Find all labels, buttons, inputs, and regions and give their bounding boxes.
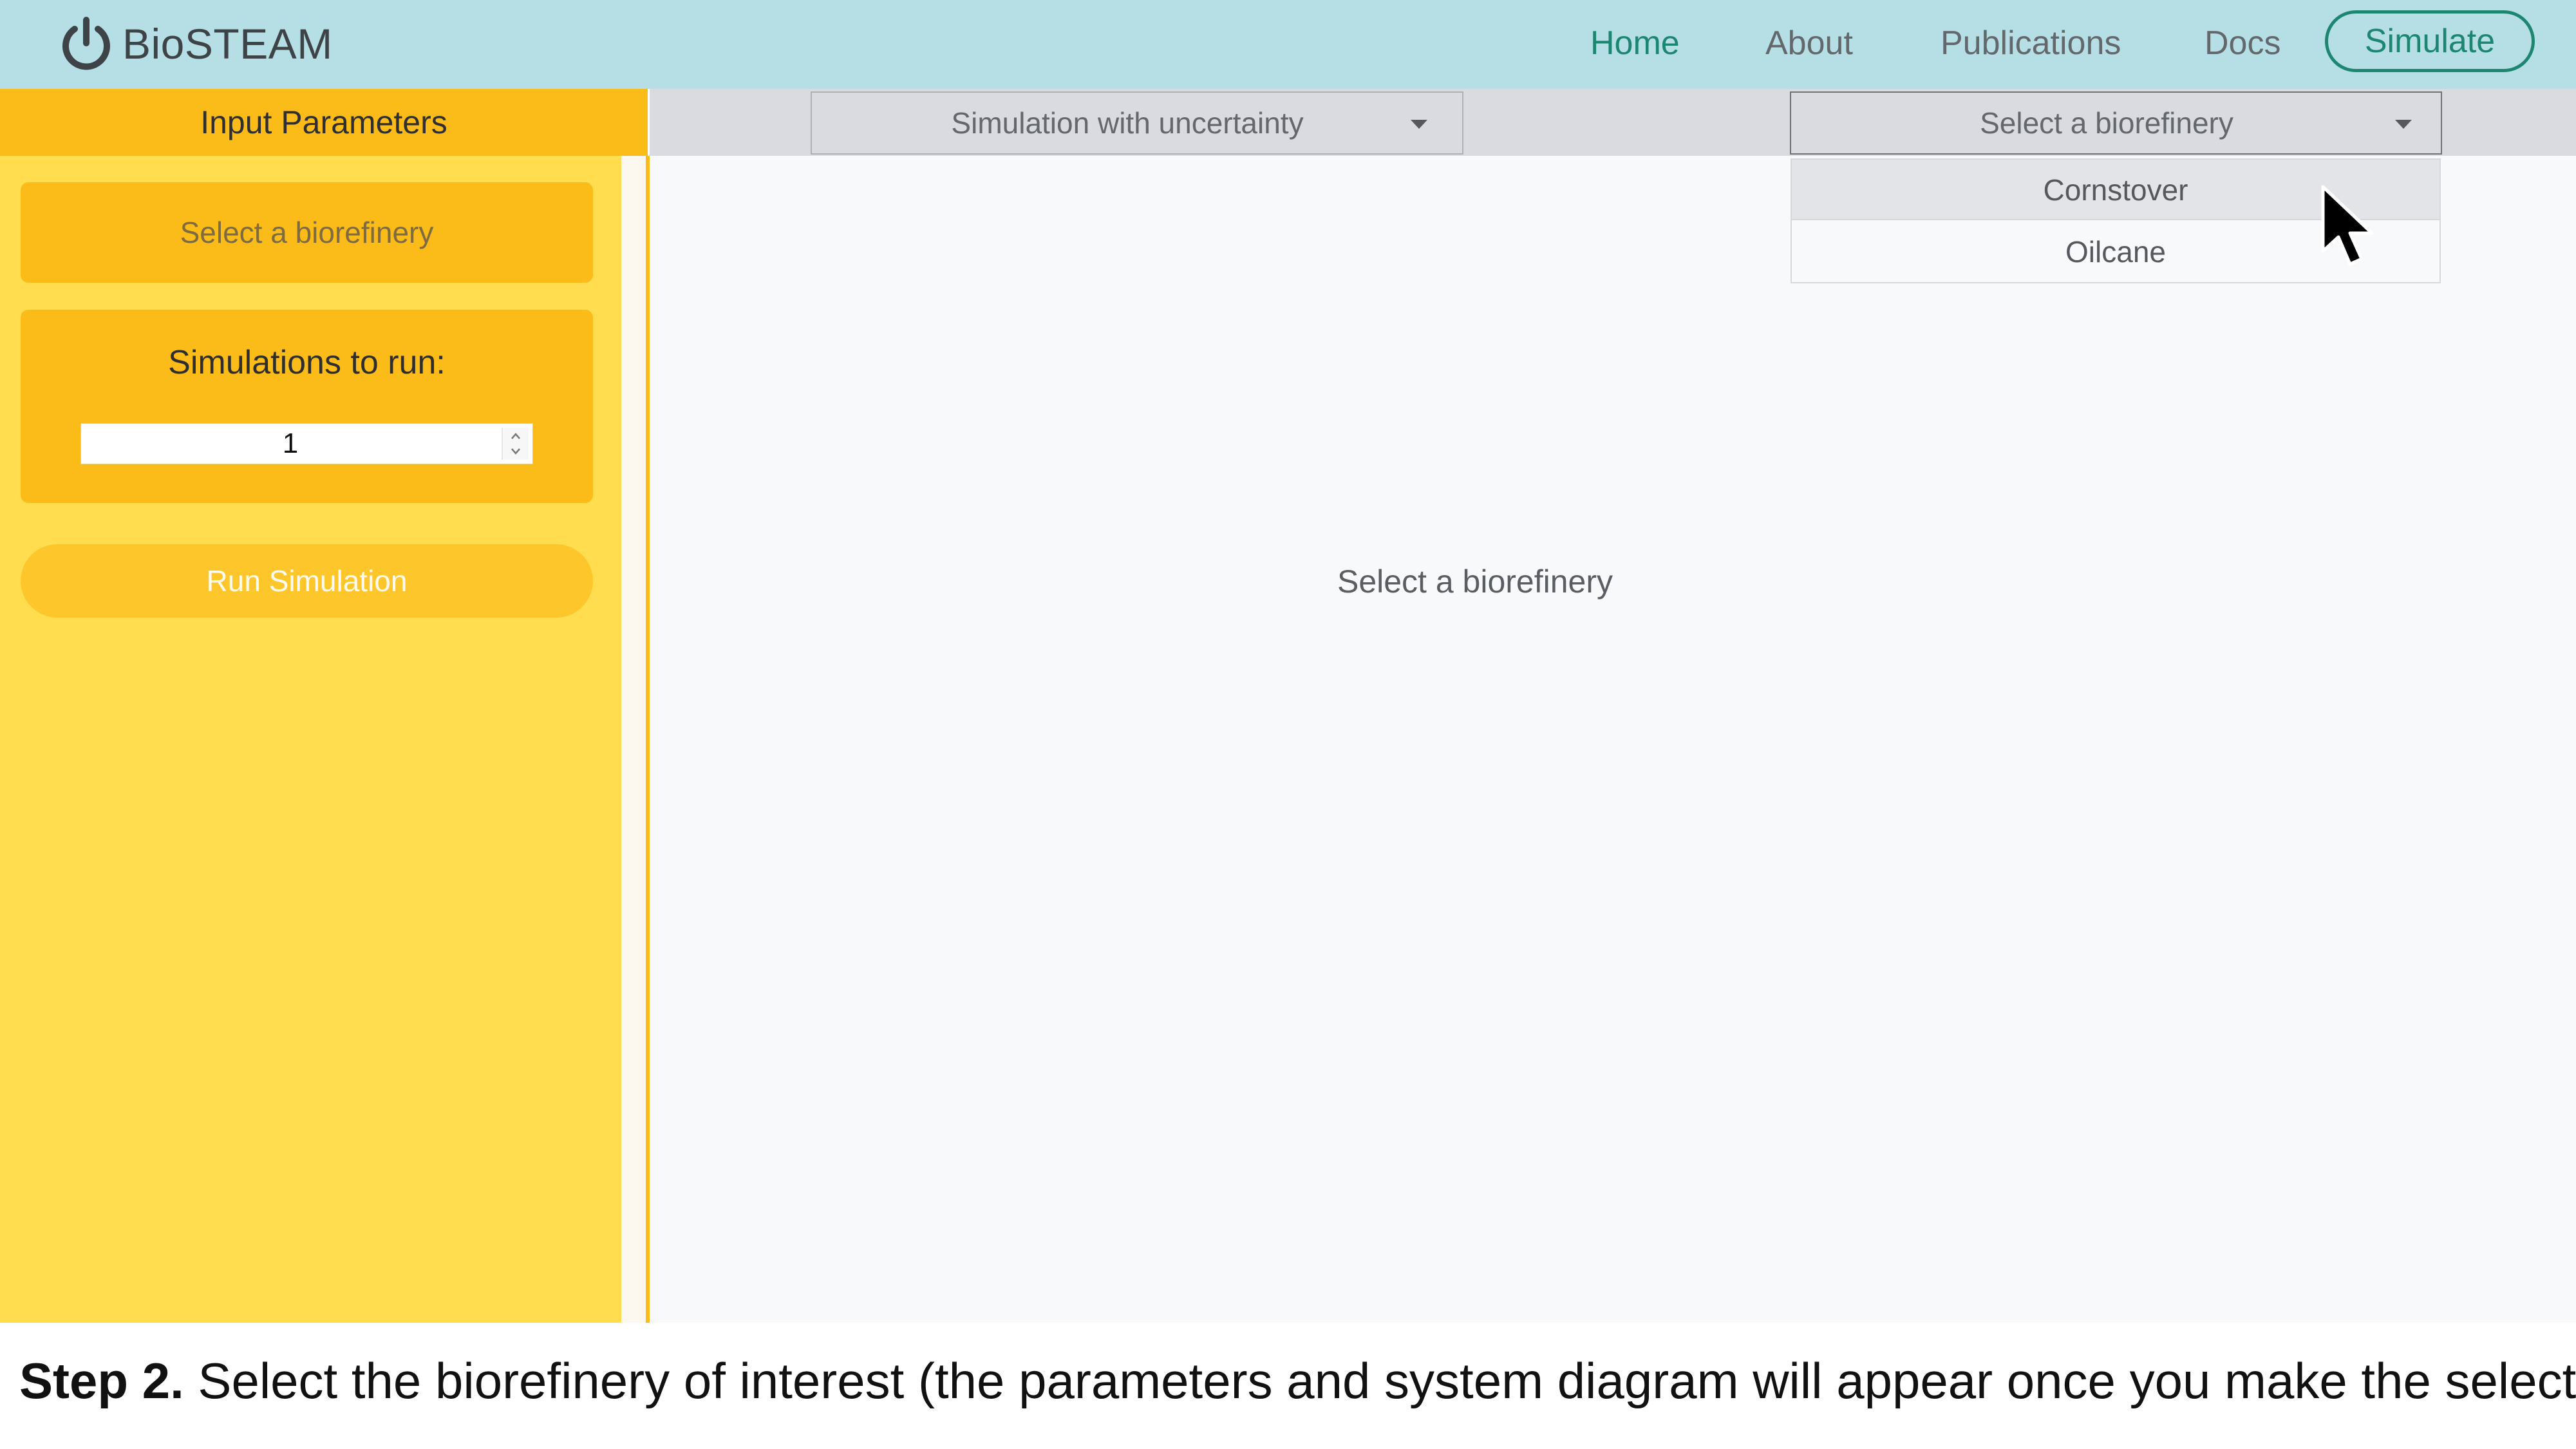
spinner-down-icon[interactable] <box>503 444 529 460</box>
simulation-mode-label: Simulation with uncertainty <box>951 106 1304 140</box>
brand-name: BioSTEAM <box>122 20 333 68</box>
main-content <box>650 156 2576 1323</box>
nav-publications-link[interactable]: Publications <box>1941 22 2121 64</box>
caret-down-icon <box>1411 120 1427 129</box>
simulation-mode-dropdown[interactable]: Simulation with uncertainty <box>811 91 1463 155</box>
simulations-card: Simulations to run: 1 <box>21 310 593 503</box>
caption-text: Select the biorefinery of interest (the … <box>183 1352 2576 1409</box>
spinner-up-icon[interactable] <box>503 428 529 444</box>
navbar: BioSTEAM Home About Publications Docs Si… <box>0 0 2576 89</box>
sidebar-header: Input Parameters <box>0 89 648 156</box>
simulations-label: Simulations to run: <box>168 344 446 381</box>
simulations-value: 1 <box>282 428 299 459</box>
nav-about-link[interactable]: About <box>1765 22 1853 64</box>
run-simulation-button[interactable]: Run Simulation <box>21 544 593 618</box>
biorefinery-dropdown[interactable]: Select a biorefinery <box>1790 91 2442 155</box>
brand-logo[interactable]: BioSTEAM <box>59 14 333 73</box>
mouse-cursor-icon <box>2321 185 2374 266</box>
main-placeholder: Select a biorefinery <box>1337 564 1613 600</box>
nav-home-link[interactable]: Home <box>1590 22 1680 64</box>
caret-down-icon <box>2395 120 2412 129</box>
power-icon <box>62 17 110 70</box>
select-biorefinery-prompt: Select a biorefinery <box>21 182 593 283</box>
step-caption: Step 2. Select the biorefinery of intere… <box>19 1349 2576 1413</box>
sidebar-scroll-gutter <box>621 156 646 1323</box>
simulate-button[interactable]: Simulate <box>2325 10 2535 72</box>
biorefinery-dropdown-label: Select a biorefinery <box>1980 106 2233 140</box>
nav-docs-link[interactable]: Docs <box>2205 22 2280 64</box>
simulations-input[interactable]: 1 <box>80 423 533 464</box>
caption-step: Step 2. <box>19 1352 184 1409</box>
spinner-arrows-icon[interactable] <box>502 428 529 460</box>
